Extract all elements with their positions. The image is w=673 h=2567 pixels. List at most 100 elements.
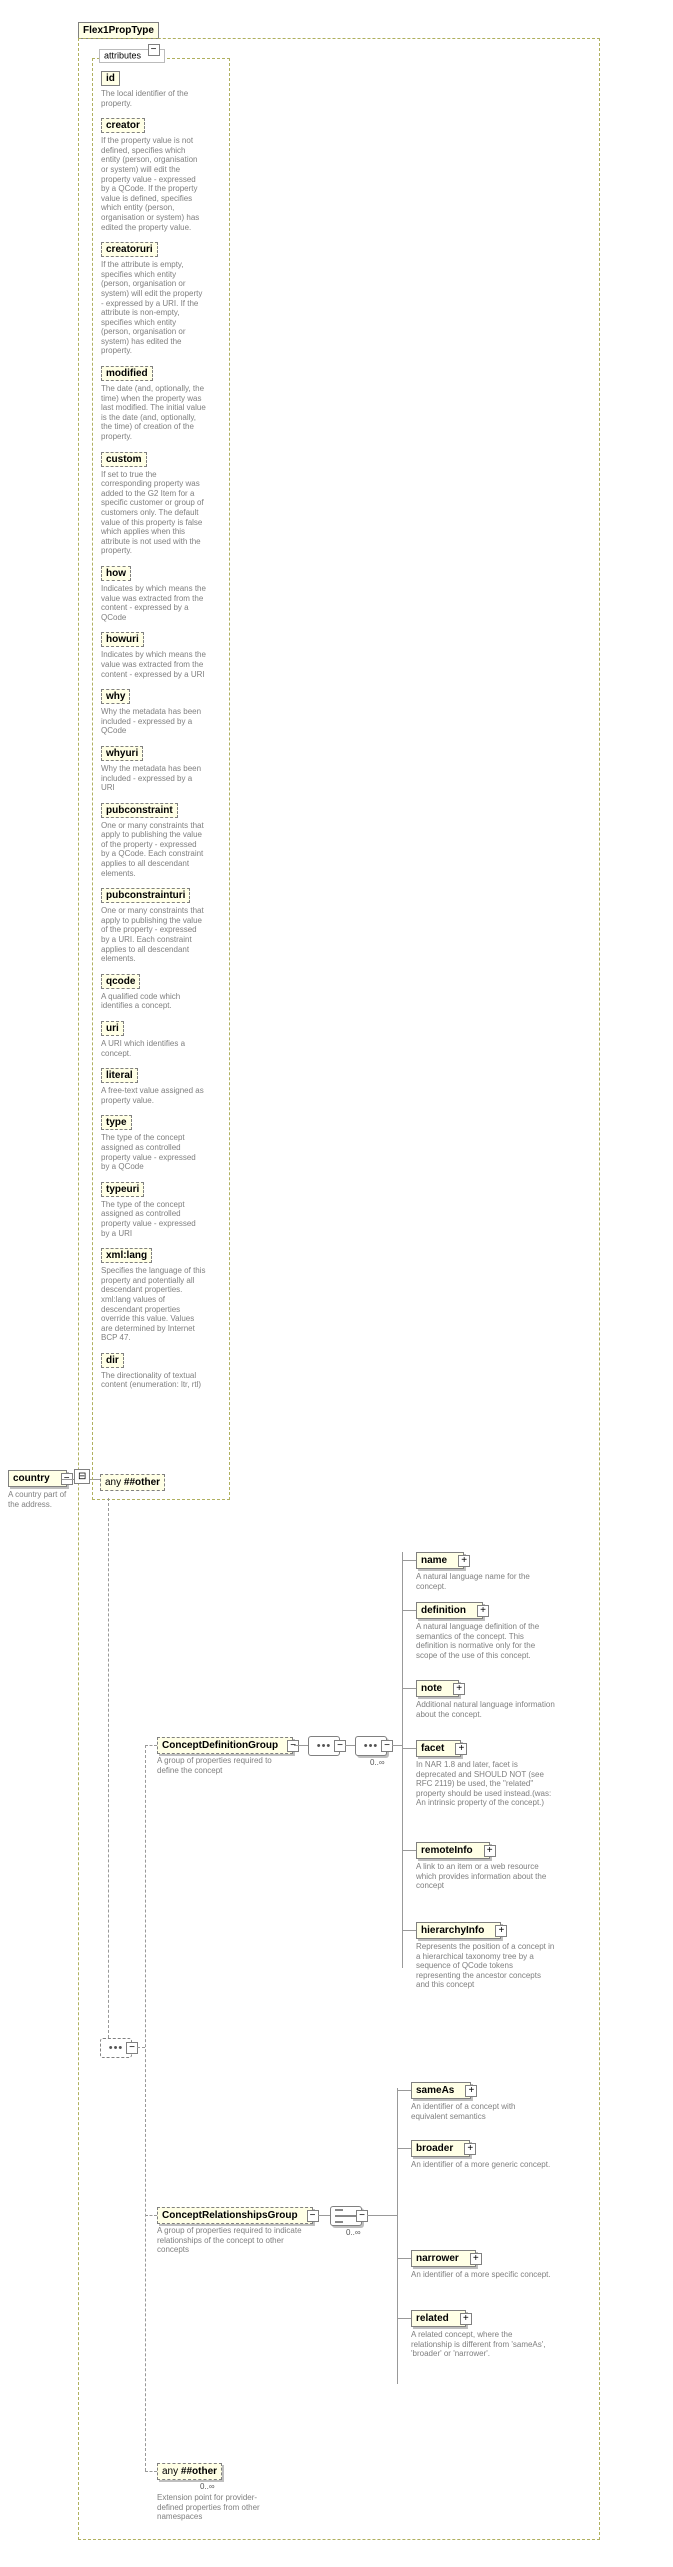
- attribute-name[interactable]: creator: [101, 118, 145, 133]
- root-element[interactable]: country −: [8, 1470, 67, 1487]
- diagram-canvas: Flex1PropType country − A country part o…: [0, 0, 673, 2567]
- attribute-name[interactable]: literal: [101, 1068, 138, 1083]
- expand-icon[interactable]: −: [381, 1740, 393, 1752]
- child-element-name[interactable]: name+: [416, 1552, 464, 1569]
- expand-icon[interactable]: +: [458, 1555, 470, 1567]
- sep-icon: ⊟: [78, 1471, 86, 1482]
- attributes-header[interactable]: attributes −: [99, 49, 165, 63]
- attribute-desc: The type of the concept assigned as cont…: [101, 1133, 206, 1171]
- attribute-desc: The directionality of textual content (e…: [101, 1371, 206, 1390]
- child-element-label: remoteInfo: [421, 1845, 473, 1856]
- attribute-name[interactable]: typeuri: [101, 1182, 144, 1197]
- attribute-pubconstrainturi: pubconstrainturi One or many constraints …: [101, 888, 221, 964]
- attribute-name[interactable]: howuri: [101, 632, 144, 647]
- expand-icon[interactable]: +: [460, 2313, 472, 2325]
- attribute-name[interactable]: type: [101, 1115, 132, 1130]
- concept-definition-group[interactable]: ConceptDefinitionGroup −: [157, 1737, 293, 1754]
- expand-icon[interactable]: +: [495, 1925, 507, 1937]
- main-sequence[interactable]: ••• −: [100, 2038, 132, 2058]
- any-element-ns: ##other: [181, 2466, 217, 2477]
- attribute-desc: The local identifier of the property.: [101, 89, 206, 108]
- any-element: any ##other: [157, 2463, 222, 2480]
- attribute-modified: modified The date (and, optionally, the t…: [101, 366, 221, 442]
- child-element-related[interactable]: related+: [411, 2310, 466, 2327]
- attribute-name[interactable]: xml:lang: [101, 1248, 152, 1263]
- expand-icon[interactable]: +: [453, 1683, 465, 1695]
- attribute-desc: A qualified code which identifies a conc…: [101, 992, 206, 1011]
- attribute-name[interactable]: dir: [101, 1353, 124, 1368]
- any-element-desc: Extension point for provider-defined pro…: [157, 2493, 267, 2522]
- attribute-desc: If set to true the corresponding propert…: [101, 470, 206, 556]
- attribute-desc: One or many constraints that apply to pu…: [101, 906, 206, 964]
- choice-switch-icon: [335, 2215, 357, 2217]
- child-element-desc: In NAR 1.8 and later, facet is deprecate…: [416, 1760, 556, 1808]
- attribute-type: type The type of the concept assigned as …: [101, 1115, 221, 1171]
- attributes-header-label: attributes: [104, 50, 141, 60]
- child-element-desc: A link to an item or a web resource whic…: [416, 1862, 556, 1891]
- group-desc: A group of properties required to indica…: [157, 2226, 307, 2255]
- expand-icon[interactable]: +: [464, 2143, 476, 2155]
- attribute-name[interactable]: why: [101, 689, 130, 704]
- attribute-creator: creator If the property value is not defi…: [101, 118, 221, 232]
- child-element-desc: A natural language name for the concept.: [416, 1572, 556, 1591]
- attribute-name[interactable]: whyuri: [101, 746, 143, 761]
- expand-icon[interactable]: +: [470, 2253, 482, 2265]
- attribute-name[interactable]: how: [101, 566, 131, 581]
- child-element-desc: An identifier of a concept with equivale…: [411, 2102, 551, 2121]
- attribute-desc: A free-text value assigned as property v…: [101, 1086, 206, 1105]
- attribute-desc: One or many constraints that apply to pu…: [101, 821, 206, 879]
- expand-icon[interactable]: −: [356, 2210, 368, 2222]
- attribute-name[interactable]: qcode: [101, 974, 140, 989]
- attribute-desc: If the attribute is empty, specifies whi…: [101, 260, 206, 356]
- attribute-whyuri: whyuriWhy the metadata has been included…: [101, 746, 221, 793]
- expand-icon[interactable]: +: [484, 1845, 496, 1857]
- child-element-desc: A related concept, where the relationshi…: [411, 2330, 551, 2359]
- expand-icon[interactable]: +: [455, 1743, 467, 1755]
- sequence-dots-icon: •••: [317, 1740, 332, 1752]
- child-element-broader[interactable]: broader+: [411, 2140, 470, 2157]
- attribute-desc: The date (and, optionally, the time) whe…: [101, 384, 206, 442]
- attribute-name[interactable]: custom: [101, 452, 147, 467]
- expand-icon[interactable]: −: [334, 1740, 346, 1752]
- child-element-desc: Represents the position of a concept in …: [416, 1942, 556, 1990]
- derivation-separator: ⊟: [74, 1469, 90, 1484]
- expand-icon[interactable]: −: [148, 44, 160, 56]
- child-element-label: related: [416, 2313, 449, 2324]
- child-element-remoteInfo[interactable]: remoteInfo+: [416, 1842, 490, 1859]
- child-element-note[interactable]: note+: [416, 1680, 459, 1697]
- attribute-name[interactable]: uri: [101, 1021, 124, 1036]
- child-element-desc: A natural language definition of the sem…: [416, 1622, 556, 1660]
- def-sequence[interactable]: ••• −: [308, 1736, 340, 1756]
- any-element-prefix: any: [162, 2466, 178, 2477]
- attribute-why: whyWhy the metadata has been included - …: [101, 689, 221, 736]
- child-element-hierarchyInfo[interactable]: hierarchyInfo+: [416, 1922, 501, 1939]
- child-element-facet[interactable]: facet+: [416, 1740, 461, 1757]
- attribute-name[interactable]: id: [101, 71, 120, 86]
- concept-relationships-group[interactable]: ConceptRelationshipsGroup −: [157, 2207, 313, 2224]
- child-element-label: narrower: [416, 2253, 459, 2264]
- attribute-uri: uriA URI which identifies a concept.: [101, 1021, 221, 1058]
- def-sequence-multi: ••• −: [355, 1736, 387, 1756]
- expand-icon[interactable]: +: [477, 1605, 489, 1617]
- attribute-creatoruri: creatoruri If the attribute is empty, spe…: [101, 242, 221, 356]
- sequence-dots-icon: •••: [109, 2042, 124, 2054]
- expand-icon[interactable]: −: [307, 2210, 319, 2222]
- attribute-custom: custom If set to true the corresponding p…: [101, 452, 221, 556]
- attribute-name[interactable]: pubconstrainturi: [101, 888, 190, 903]
- expand-icon[interactable]: +: [465, 2085, 477, 2097]
- attribute-desc: If the property value is not defined, sp…: [101, 136, 206, 232]
- child-element-sameAs[interactable]: sameAs+: [411, 2082, 471, 2099]
- child-element-label: definition: [421, 1605, 466, 1616]
- attribute-name[interactable]: pubconstraint: [101, 803, 178, 818]
- attribute-name[interactable]: creatoruri: [101, 242, 158, 257]
- attribute-desc: Indicates by which means the value was e…: [101, 650, 206, 679]
- child-element-narrower[interactable]: narrower+: [411, 2250, 476, 2267]
- any-attribute-prefix: any: [105, 1477, 121, 1488]
- child-element-label: facet: [421, 1743, 444, 1754]
- attribute-desc: Specifies the language of this property …: [101, 1266, 206, 1343]
- attribute-name[interactable]: modified: [101, 366, 153, 381]
- child-element-definition[interactable]: definition+: [416, 1602, 483, 1619]
- rel-choice[interactable]: −: [330, 2206, 362, 2226]
- child-element-label: name: [421, 1555, 447, 1566]
- attribute-typeuri: typeuriThe type of the concept assigned …: [101, 1182, 221, 1238]
